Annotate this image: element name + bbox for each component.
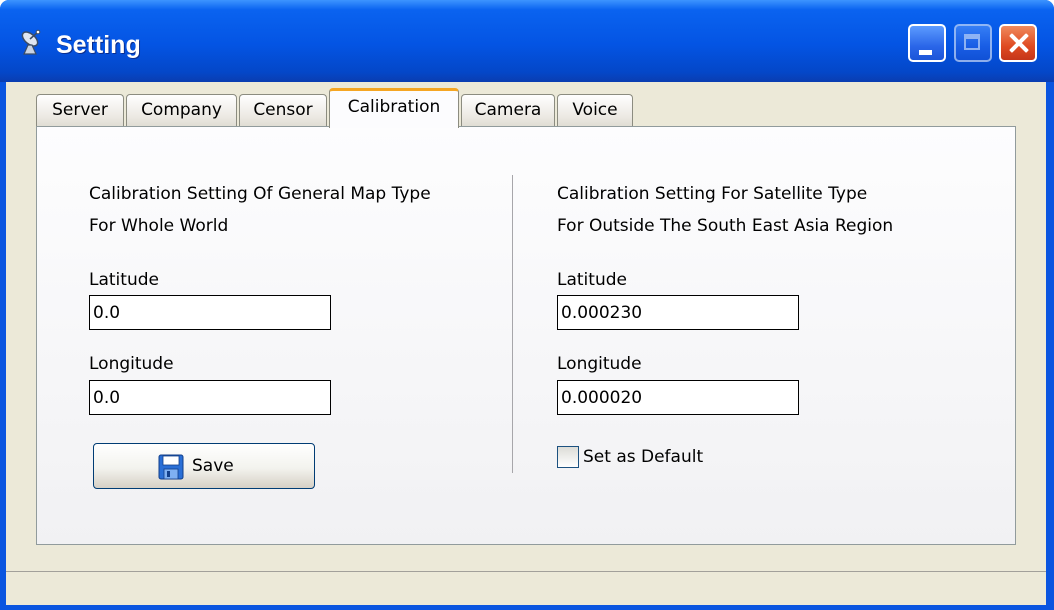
tab-bar: Server Company Censor Calibration Camera… <box>36 86 1016 128</box>
set-default-checkbox[interactable] <box>557 446 579 468</box>
tab-voice[interactable]: Voice <box>557 94 633 126</box>
window-client-area: Server Company Censor Calibration Camera… <box>6 82 1046 605</box>
window-title: Setting <box>56 31 141 59</box>
title-bar[interactable]: Setting <box>0 0 1054 82</box>
general-latitude-input[interactable] <box>89 295 331 330</box>
minimize-button[interactable] <box>908 24 946 62</box>
satellite-longitude-input[interactable] <box>557 380 799 415</box>
satellite-heading-line2: For Outside The South East Asia Region <box>557 216 894 236</box>
general-heading-line2: For Whole World <box>89 216 229 236</box>
settings-window: Setting Server Company Censor Calibratio… <box>0 0 1054 610</box>
floppy-disk-icon <box>158 454 184 480</box>
satellite-dish-icon <box>21 29 41 55</box>
save-button[interactable]: Save <box>93 443 315 489</box>
satellite-heading-line1: Calibration Setting For Satellite Type <box>557 184 868 204</box>
tab-calibration[interactable]: Calibration <box>329 88 459 128</box>
calibration-panel: Calibration Setting Of General Map Type … <box>36 126 1016 545</box>
set-default-label[interactable]: Set as Default <box>583 444 703 471</box>
satellite-latitude-input[interactable] <box>557 295 799 330</box>
tab-company[interactable]: Company <box>126 94 237 126</box>
tab-server[interactable]: Server <box>36 94 124 126</box>
close-button[interactable] <box>999 24 1037 62</box>
general-longitude-label: Longitude <box>89 354 174 374</box>
general-heading-line1: Calibration Setting Of General Map Type <box>89 184 431 204</box>
column-divider <box>512 175 513 473</box>
general-latitude-label: Latitude <box>89 270 159 290</box>
tab-camera[interactable]: Camera <box>461 94 555 126</box>
save-button-label: Save <box>192 456 234 476</box>
satellite-latitude-label: Latitude <box>557 270 627 290</box>
tab-censor[interactable]: Censor <box>239 94 327 126</box>
general-longitude-input[interactable] <box>89 380 331 415</box>
status-bar <box>6 571 1046 605</box>
satellite-longitude-label: Longitude <box>557 354 642 374</box>
maximize-button[interactable] <box>954 24 992 62</box>
